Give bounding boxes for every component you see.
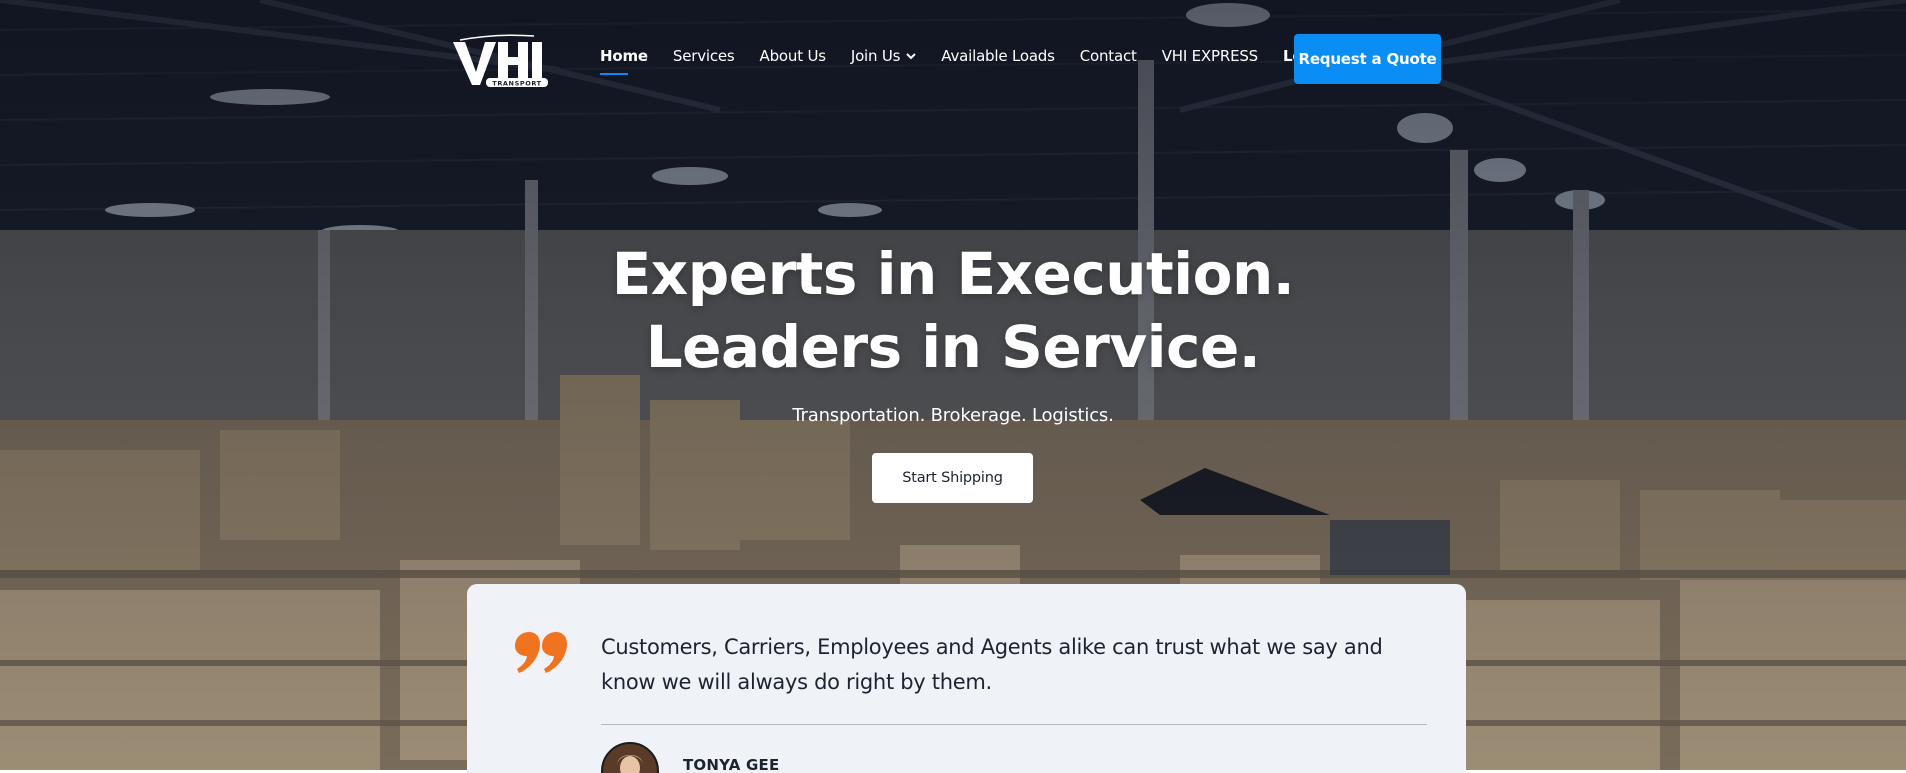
testimonial-divider [601,724,1427,725]
nav-contact[interactable]: Contact [1080,47,1137,65]
start-shipping-button[interactable]: Start Shipping [872,453,1033,503]
quote-icon [513,632,569,674]
nav-home[interactable]: Home [600,47,648,75]
nav-vhi-express[interactable]: VHI EXPRESS [1162,47,1258,65]
headline-line-1: Experts in Execution. [611,240,1295,308]
hero-subtitle: Transportation. Brokerage. Logistics. [792,405,1114,426]
page: TRANSPORT Home Services About Us Join Us… [0,0,1906,773]
request-quote-button[interactable]: Request a Quote [1294,34,1441,84]
nav-services[interactable]: Services [673,47,735,65]
headline-line-2: Leaders in Service. [645,313,1261,381]
nav-join-us[interactable]: Join Us [851,46,916,65]
testimonial-quote: Customers, Carriers, Employees and Agent… [601,635,1383,694]
nav-about-us[interactable]: About Us [760,47,827,65]
site-header: TRANSPORT Home Services About Us Join Us… [0,0,1906,118]
hero-headline: Experts in Execution. Leaders in Service… [0,238,1906,384]
main-navigation: Home Services About Us Join Us Available… [600,46,1329,75]
logo-subtext: TRANSPORT [492,80,541,88]
nav-available-loads[interactable]: Available Loads [941,47,1055,65]
nav-join-us-label: Join Us [850,47,901,65]
testimonial-card: Customers, Carriers, Employees and Agent… [467,584,1466,773]
chevron-down-icon [906,46,916,64]
testimonial-author: TONYA GEE [683,756,780,773]
logo-mark: TRANSPORT [453,34,548,88]
avatar [601,742,659,773]
vhi-transport-logo[interactable]: TRANSPORT [452,30,552,88]
